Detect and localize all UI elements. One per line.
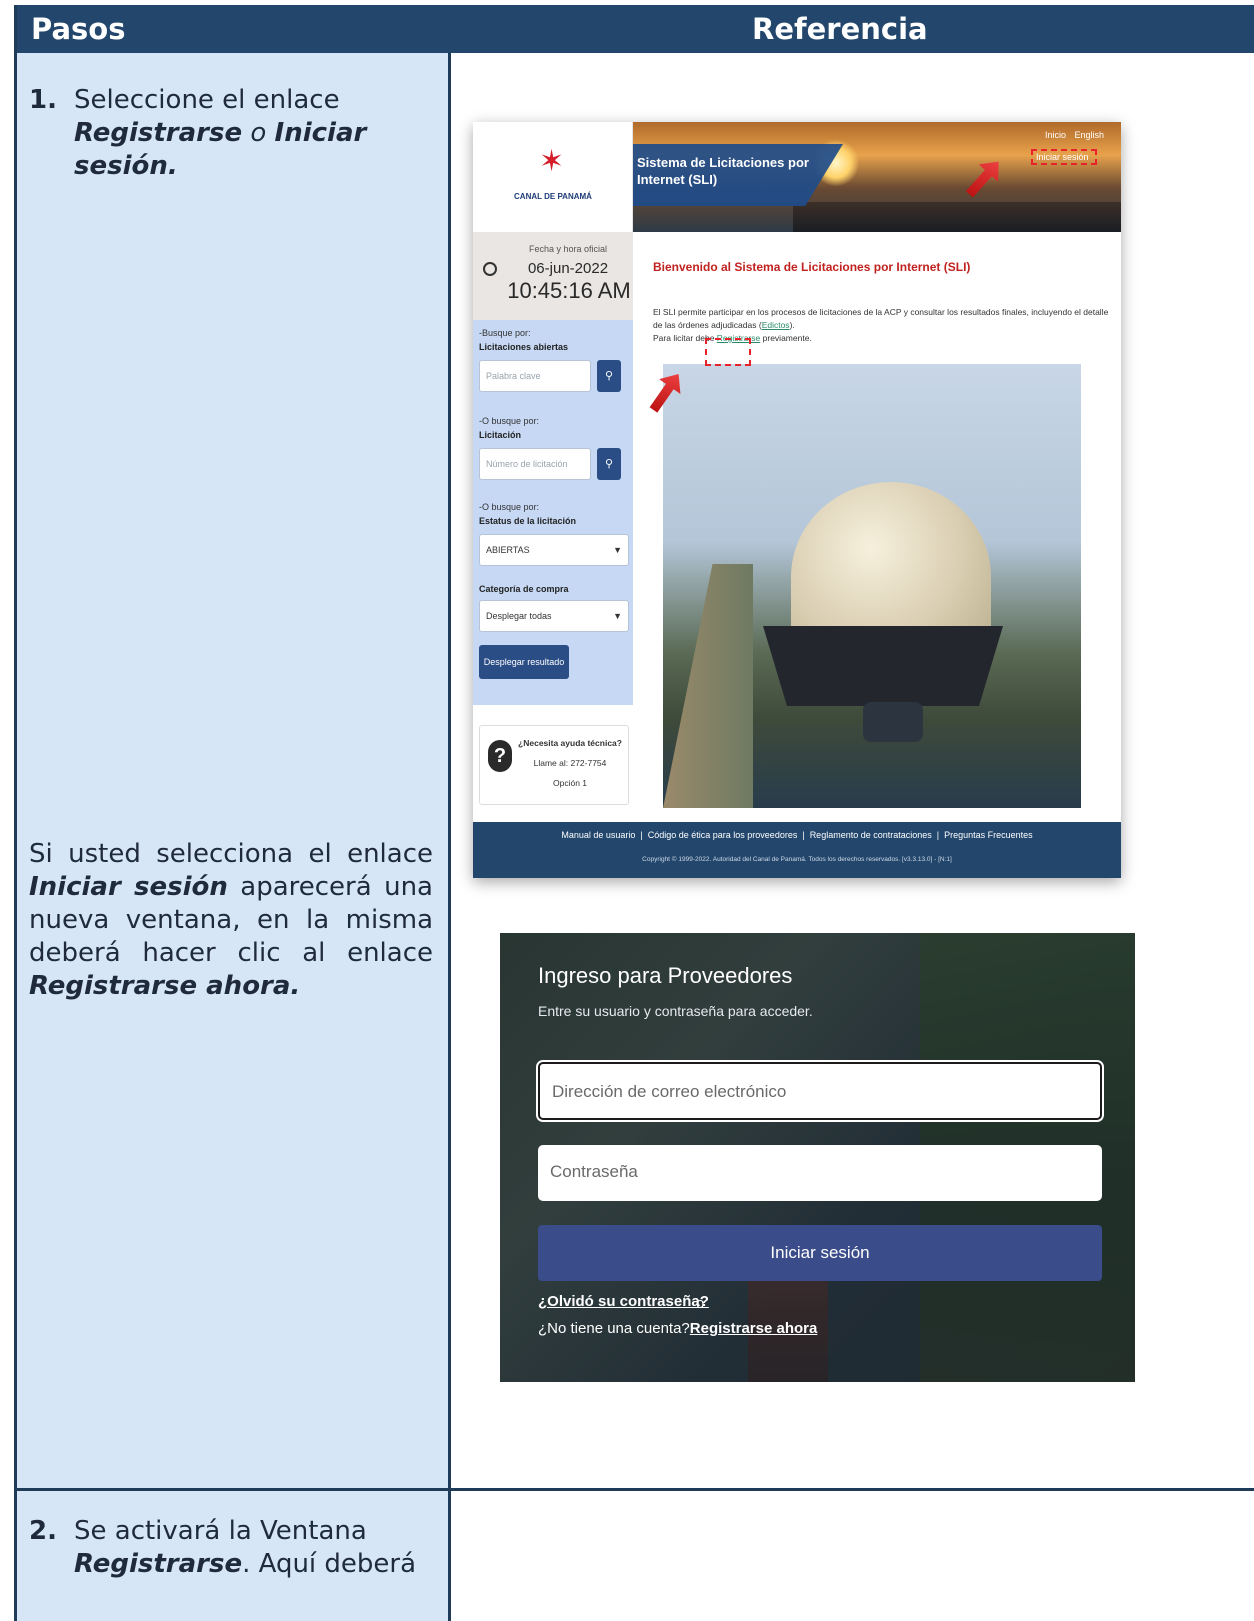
search1-hint: -Busque por: xyxy=(479,328,531,338)
password-field[interactable]: Contraseña xyxy=(538,1145,1102,1201)
official-clock: Fecha y hora oficial 06-jun-2022 10:45:1… xyxy=(473,232,633,320)
lng-ship-photo xyxy=(663,364,1081,808)
chevron-down-icon: ▼ xyxy=(613,545,622,555)
search2-label: Licitación xyxy=(479,430,522,440)
table-header: Pasos Referencia xyxy=(17,5,1254,53)
register-highlight xyxy=(705,338,751,366)
connector: o xyxy=(250,118,267,148)
or-text: o xyxy=(696,1295,705,1312)
row-divider xyxy=(17,1488,1254,1491)
canal-logo: ✶ CANAL DE PANAMÁ xyxy=(473,122,633,232)
lock-walkway xyxy=(663,564,753,808)
help-title: ¿Necesita ayuda técnica? xyxy=(518,738,622,748)
clock-time: 10:45:16 AM xyxy=(507,278,631,303)
instruction-paragraph: Si usted selecciona el enlace Iniciar se… xyxy=(29,838,433,1003)
forgot-password-link[interactable]: ¿Olvidó su contraseña? xyxy=(538,1293,709,1310)
status-label: Estatus de la licitación xyxy=(479,516,577,526)
email-field[interactable]: Dirección de correo electrónico xyxy=(538,1062,1102,1120)
bid-number-input[interactable]: Número de licitación xyxy=(479,448,591,480)
footer-link[interactable]: Código de ética para los proveedores xyxy=(648,830,798,840)
category-value: Desplegar todas xyxy=(486,611,552,621)
welcome-heading: Bienvenido al Sistema de Licitaciones po… xyxy=(653,260,971,274)
status-select[interactable]: ABIERTAS ▼ xyxy=(479,534,629,566)
search1-label: Licitaciones abiertas xyxy=(479,342,569,352)
steps-column xyxy=(17,53,451,1621)
search3-hint: -O busque por: xyxy=(479,502,540,512)
question-icon: ? xyxy=(488,740,512,772)
category-select[interactable]: Desplegar todas ▼ xyxy=(479,600,629,632)
step-text: Seleccione el enlace Registrarse o Inici… xyxy=(74,84,444,183)
step-text: Se activará la Ventana Registrarse. Aquí… xyxy=(74,1515,444,1581)
chevron-down-icon: ▼ xyxy=(613,611,622,621)
footer-link[interactable]: Preguntas Frecuentes xyxy=(944,830,1033,840)
no-account-text: ¿No tiene una cuenta? xyxy=(538,1320,690,1337)
step-number: 1. xyxy=(29,85,57,115)
intro-end: ). xyxy=(789,320,795,330)
ship-hull xyxy=(763,626,1003,706)
step-text-a: Seleccione el enlace xyxy=(74,85,340,115)
footer-links: Manual de usuario | Código de ética para l… xyxy=(561,830,1033,840)
login-button[interactable]: Iniciar sesión xyxy=(538,1225,1102,1281)
top-nav: Inicio English xyxy=(1039,130,1104,140)
status-value: ABIERTAS xyxy=(486,545,530,555)
help-box: ? ¿Necesita ayuda técnica? Llame al: 272… xyxy=(479,725,629,805)
para-login-link: Iniciar sesión xyxy=(29,872,228,902)
star-icon: ✶ xyxy=(539,145,565,178)
main-content: Bienvenido al Sistema de Licitaciones po… xyxy=(633,232,1121,814)
clock-icon xyxy=(483,262,497,276)
tugboat xyxy=(863,702,923,742)
register-window-text: Registrarse xyxy=(74,1549,243,1579)
clock-date: 06-jun-2022 xyxy=(527,260,609,277)
search2-hint: -O busque por: xyxy=(479,416,540,426)
login-link[interactable]: Iniciar sesión xyxy=(1031,149,1097,165)
search-icon[interactable]: ⚲ xyxy=(597,448,621,480)
para-text-a: Si usted selecciona el enlace xyxy=(29,839,433,869)
no-account-line: ¿No tiene una cuenta?Registrarse ahora xyxy=(538,1320,817,1337)
register-link-text: Registrarse xyxy=(74,118,243,148)
step-number: 2. xyxy=(29,1516,57,1546)
intro-text-a: El SLI permite participar en los proceso… xyxy=(653,307,1109,330)
login-title: Ingreso para Proveedores xyxy=(538,963,793,988)
footer-link[interactable]: Manual de usuario xyxy=(561,830,635,840)
copyright: Copyright © 1999-2022. Autoridad del Can… xyxy=(642,856,952,863)
step-text-a: Se activará la Ventana xyxy=(74,1516,367,1546)
footer-link[interactable]: Reglamento de contrataciones xyxy=(810,830,932,840)
english-link[interactable]: English xyxy=(1075,130,1105,140)
home-link[interactable]: Inicio xyxy=(1045,130,1066,140)
help-option: Opción 1 xyxy=(552,778,588,788)
sli-homepage-screenshot: ✶ CANAL DE PANAMÁ Sistema de Licitacione… xyxy=(473,122,1121,878)
login-subtitle: Entre su usuario y contraseña para acced… xyxy=(538,1003,813,1019)
register-suffix: previamente. xyxy=(762,333,812,343)
show-results-button[interactable]: Desplegar resultado xyxy=(479,645,569,679)
para-register-now: Registrarse ahora. xyxy=(29,971,301,1001)
help-phone: Llame al: 272-7754 xyxy=(533,758,607,768)
search-icon[interactable]: ⚲ xyxy=(597,360,621,392)
logo-name: CANAL DE PANAMÁ xyxy=(514,192,592,201)
site-title: Sistema de Licitaciones por Internet (SL… xyxy=(637,155,809,187)
site-footer: Manual de usuario | Código de ética para l… xyxy=(473,822,1121,878)
header-banner: Sistema de Licitaciones por Internet (SL… xyxy=(633,122,1121,232)
edicts-link[interactable]: Edictos xyxy=(762,320,790,330)
keyword-input[interactable]: Palabra clave xyxy=(479,360,591,392)
login-window-screenshot: Ingreso para Proveedores Entre su usuari… xyxy=(500,933,1135,1382)
category-label: Categoría de compra xyxy=(479,584,569,594)
sidebar: Fecha y hora oficial 06-jun-2022 10:45:1… xyxy=(473,232,633,814)
register-now-link[interactable]: Registrarse ahora xyxy=(690,1320,818,1337)
step-text-b: . Aquí deberá xyxy=(242,1549,417,1579)
header-reference: Referencia xyxy=(752,12,928,46)
clock-label: Fecha y hora oficial xyxy=(528,244,608,254)
header-steps: Pasos xyxy=(31,12,126,46)
banner-ship-decoration xyxy=(793,202,1121,232)
search-panel: -Busque por: Licitaciones abiertas Palab… xyxy=(473,320,633,705)
